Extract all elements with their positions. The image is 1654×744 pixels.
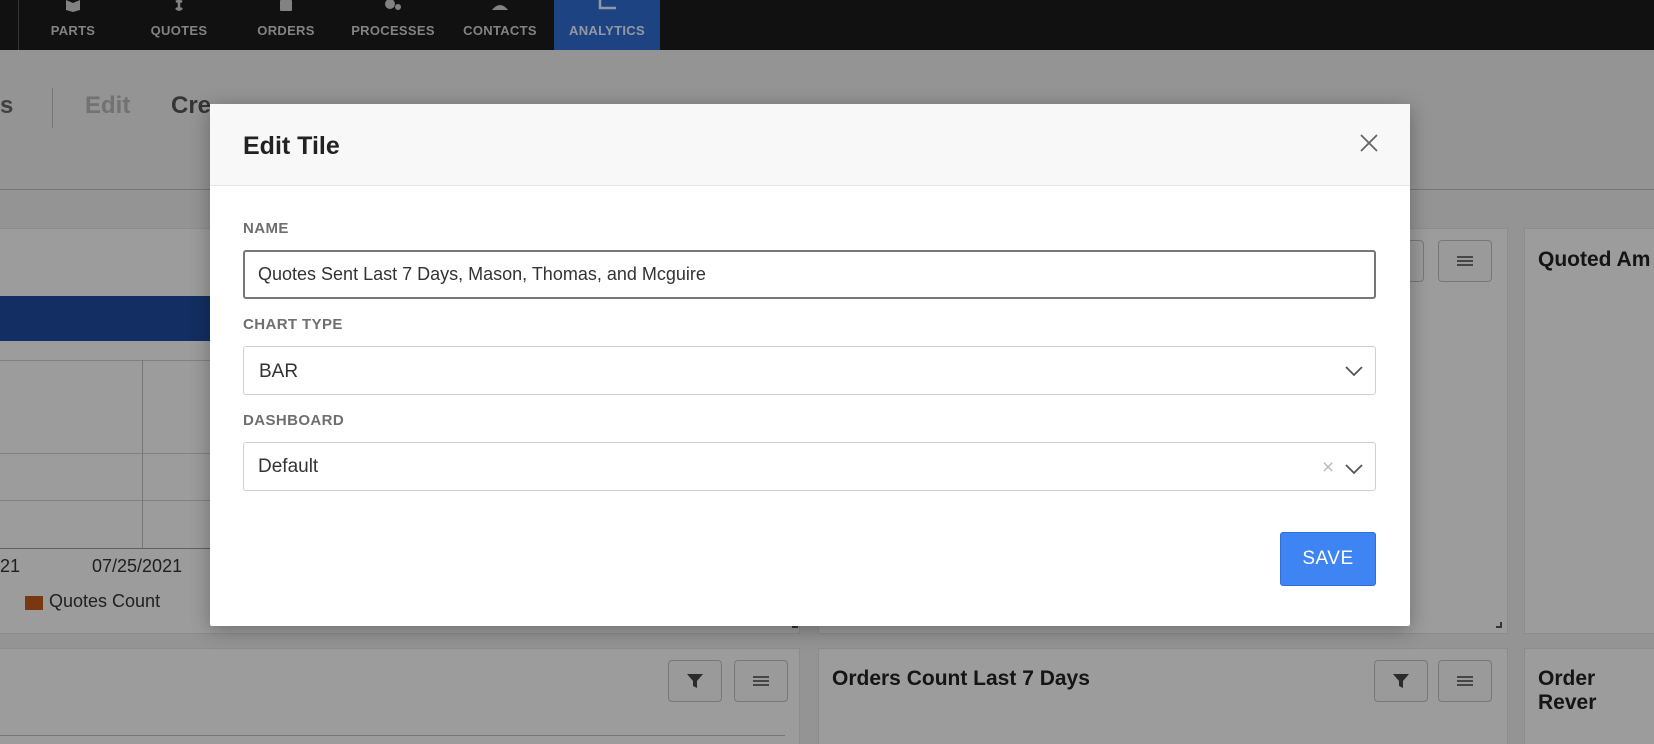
chart-type-label: CHART TYPE xyxy=(243,316,343,333)
save-button[interactable]: SAVE xyxy=(1280,532,1376,586)
name-input[interactable] xyxy=(243,250,1376,299)
clear-selection-icon[interactable]: × xyxy=(1322,456,1334,480)
close-icon xyxy=(1360,134,1378,152)
modal-header: Edit Tile xyxy=(210,104,1410,186)
chevron-down-icon xyxy=(1345,464,1363,475)
dashboard-label: DASHBOARD xyxy=(243,412,345,429)
modal-title: Edit Tile xyxy=(243,132,340,160)
close-button[interactable] xyxy=(1356,130,1382,156)
chart-type-select[interactable]: BAR xyxy=(243,346,1376,395)
edit-tile-modal: Edit Tile NAME CHART TYPE BAR DASHBOARD … xyxy=(210,104,1410,626)
dashboard-value: Default xyxy=(258,456,319,477)
chevron-down-icon xyxy=(1345,366,1363,377)
name-label: NAME xyxy=(243,220,289,237)
dashboard-select[interactable]: Default × xyxy=(243,442,1376,491)
chart-type-value: BAR xyxy=(259,361,299,382)
